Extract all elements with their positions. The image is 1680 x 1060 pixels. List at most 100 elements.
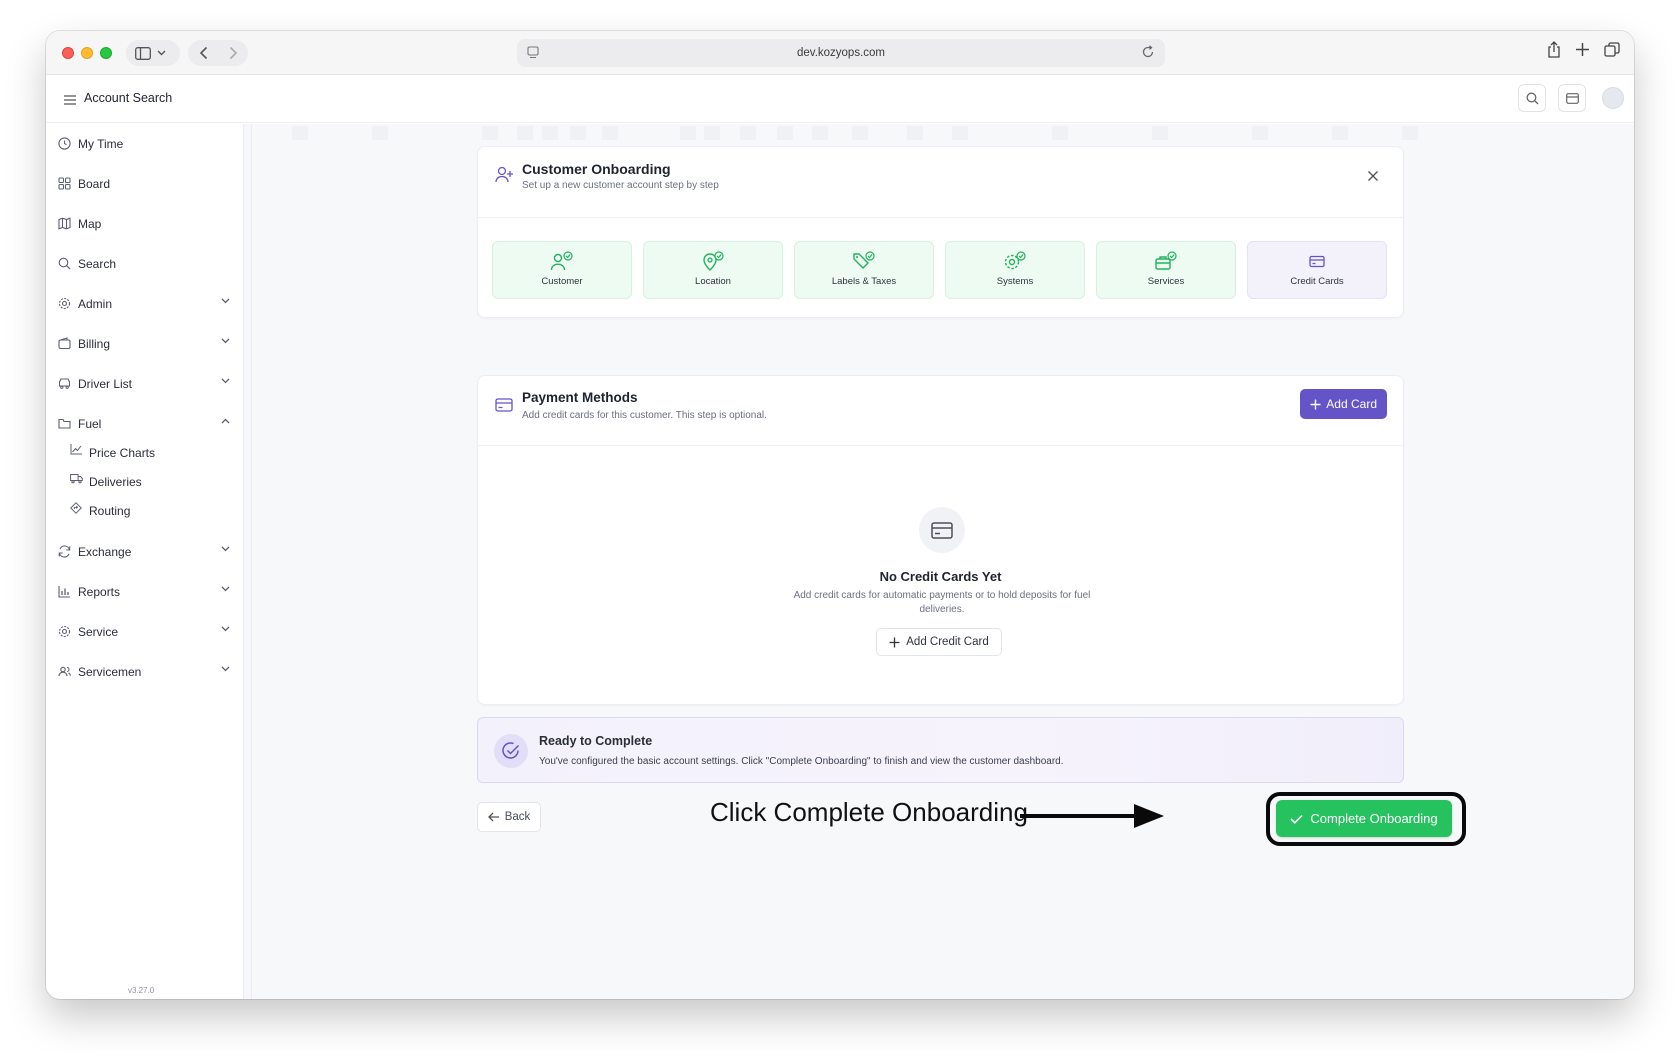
grid-icon: [58, 177, 72, 191]
back-button[interactable]: Back: [477, 802, 541, 832]
annotation-arrow-icon: [1020, 804, 1164, 828]
step-label: Labels & Taxes: [831, 276, 897, 287]
sidebar-subitem-price-charts[interactable]: Price Charts: [70, 442, 230, 464]
sidebar-resize-handle[interactable]: [244, 124, 252, 999]
wallet-icon: [58, 337, 72, 351]
sidebar-item-label: Fuel: [78, 417, 102, 431]
step-systems[interactable]: Systems: [945, 241, 1085, 299]
avatar[interactable]: [1602, 87, 1624, 109]
main-content: Customer Onboarding Set up a new custome…: [252, 124, 1634, 999]
step-label: Customer: [541, 276, 583, 287]
sidebar-item-service[interactable]: Service: [58, 620, 232, 644]
tab-overview-icon[interactable]: [1604, 41, 1620, 58]
sidebar-item-label: Board: [78, 177, 111, 191]
page-settings-icon[interactable]: [527, 46, 539, 59]
payment-title: Payment Methods: [522, 390, 638, 405]
add-card-label: Add Card: [1326, 397, 1377, 411]
minimize-window-button[interactable]: [81, 47, 93, 59]
sidebar-item-label: Driver List: [78, 377, 133, 391]
sidebar-item-map[interactable]: Map: [58, 212, 232, 236]
toolbox-check-icon: [1154, 250, 1178, 272]
users-icon: [58, 665, 72, 679]
sidebar-subitem-routing[interactable]: Routing: [70, 500, 230, 522]
background-pattern: [292, 126, 1418, 140]
onboarding-card: Customer Onboarding Set up a new custome…: [477, 146, 1404, 318]
step-customer[interactable]: Customer: [492, 241, 632, 299]
tag-check-icon: [852, 250, 876, 272]
step-label: Location: [695, 276, 731, 287]
address-bar[interactable]: dev.kozyops.com: [517, 39, 1165, 67]
chevron-down-icon: [221, 298, 230, 304]
sidebar: My Time Board Map Search Admin Billing D…: [46, 124, 244, 999]
step-location[interactable]: Location: [643, 241, 783, 299]
sidebar-item-admin[interactable]: Admin: [58, 292, 232, 316]
sidebar-toggle-button[interactable]: [126, 40, 180, 66]
new-tab-icon[interactable]: [1575, 41, 1590, 58]
sidebar-item-label: Billing: [78, 337, 111, 351]
bar-chart-icon: [58, 585, 72, 599]
step-credit-cards[interactable]: Credit Cards: [1247, 241, 1387, 299]
sidebar-item-label: Servicemen: [78, 665, 142, 679]
ready-title: Ready to Complete: [539, 734, 653, 748]
forward-arrow-icon[interactable]: [229, 46, 238, 60]
page-title: Account Search: [84, 91, 173, 105]
search-icon: [58, 257, 72, 271]
sidebar-item-board[interactable]: Board: [58, 172, 232, 196]
map-pin-check-icon: [701, 250, 725, 272]
search-icon: [1526, 92, 1538, 104]
step-services[interactable]: Services: [1096, 241, 1236, 299]
delivery-truck-icon: [70, 473, 83, 486]
close-icon[interactable]: [1367, 169, 1379, 187]
browser-toolbar: dev.kozyops.com: [46, 31, 1634, 75]
complete-onboarding-button[interactable]: Complete Onboarding: [1276, 800, 1452, 837]
chevron-down-icon: [221, 586, 230, 592]
clock-icon: [58, 137, 72, 151]
add-card-button[interactable]: Add Card: [1300, 389, 1387, 419]
app-header: Account Search: [46, 75, 1634, 123]
zoom-window-button[interactable]: [100, 47, 112, 59]
sidebar-icon: [135, 46, 151, 60]
credit-card-icon: [495, 398, 513, 417]
hamburger-menu-icon[interactable]: [64, 92, 76, 110]
sidebar-subitem-label: Deliveries: [89, 475, 142, 489]
sidebar-item-reports[interactable]: Reports: [58, 580, 232, 604]
reload-icon[interactable]: [1141, 45, 1155, 59]
sidebar-item-exchange[interactable]: Exchange: [58, 540, 232, 564]
sidebar-subitem-deliveries[interactable]: Deliveries: [70, 471, 230, 493]
ready-to-complete-banner: Ready to Complete You've configured the …: [477, 717, 1404, 783]
step-label: Systems: [996, 276, 1034, 287]
credit-card-icon: [1309, 250, 1325, 272]
map-icon: [58, 217, 72, 231]
sidebar-item-driver-list[interactable]: Driver List: [58, 372, 232, 396]
folder-icon: [58, 417, 72, 431]
add-credit-card-label: Add Credit Card: [906, 636, 989, 648]
header-search-button[interactable]: [1518, 84, 1546, 112]
user-check-icon: [550, 250, 574, 272]
sidebar-item-servicemen[interactable]: Servicemen: [58, 660, 232, 684]
back-arrow-icon[interactable]: [199, 46, 208, 60]
step-labels-taxes[interactable]: Labels & Taxes: [794, 241, 934, 299]
onboarding-header: Customer Onboarding Set up a new custome…: [478, 147, 1403, 218]
onboarding-title: Customer Onboarding: [522, 161, 671, 177]
onboarding-steps: Customer Location Labels & Taxes Systems…: [492, 241, 1387, 299]
add-credit-card-button[interactable]: Add Credit Card: [876, 628, 1002, 656]
empty-credit-card-icon: [919, 507, 965, 553]
close-window-button[interactable]: [62, 47, 74, 59]
sidebar-item-billing[interactable]: Billing: [58, 332, 232, 356]
annotation-text: Click Complete Onboarding: [710, 797, 1028, 827]
toolbar-right: [1547, 41, 1620, 58]
header-mail-button[interactable]: [1558, 84, 1586, 112]
chevron-down-icon: [157, 50, 166, 56]
arrow-left-icon: [487, 812, 499, 822]
sidebar-subitem-label: Price Charts: [89, 446, 156, 460]
sidebar-item-fuel[interactable]: Fuel: [58, 412, 232, 436]
complete-onboarding-label: Complete Onboarding: [1310, 811, 1438, 826]
url-text: dev.kozyops.com: [797, 47, 885, 59]
sidebar-item-my-time[interactable]: My Time: [58, 132, 232, 156]
chevron-down-icon: [221, 546, 230, 552]
share-icon[interactable]: [1547, 41, 1561, 58]
gear-check-icon: [1003, 250, 1027, 272]
sidebar-item-search[interactable]: Search: [58, 252, 232, 276]
sidebar-subitem-label: Routing: [89, 504, 131, 518]
back-label: Back: [504, 811, 531, 823]
